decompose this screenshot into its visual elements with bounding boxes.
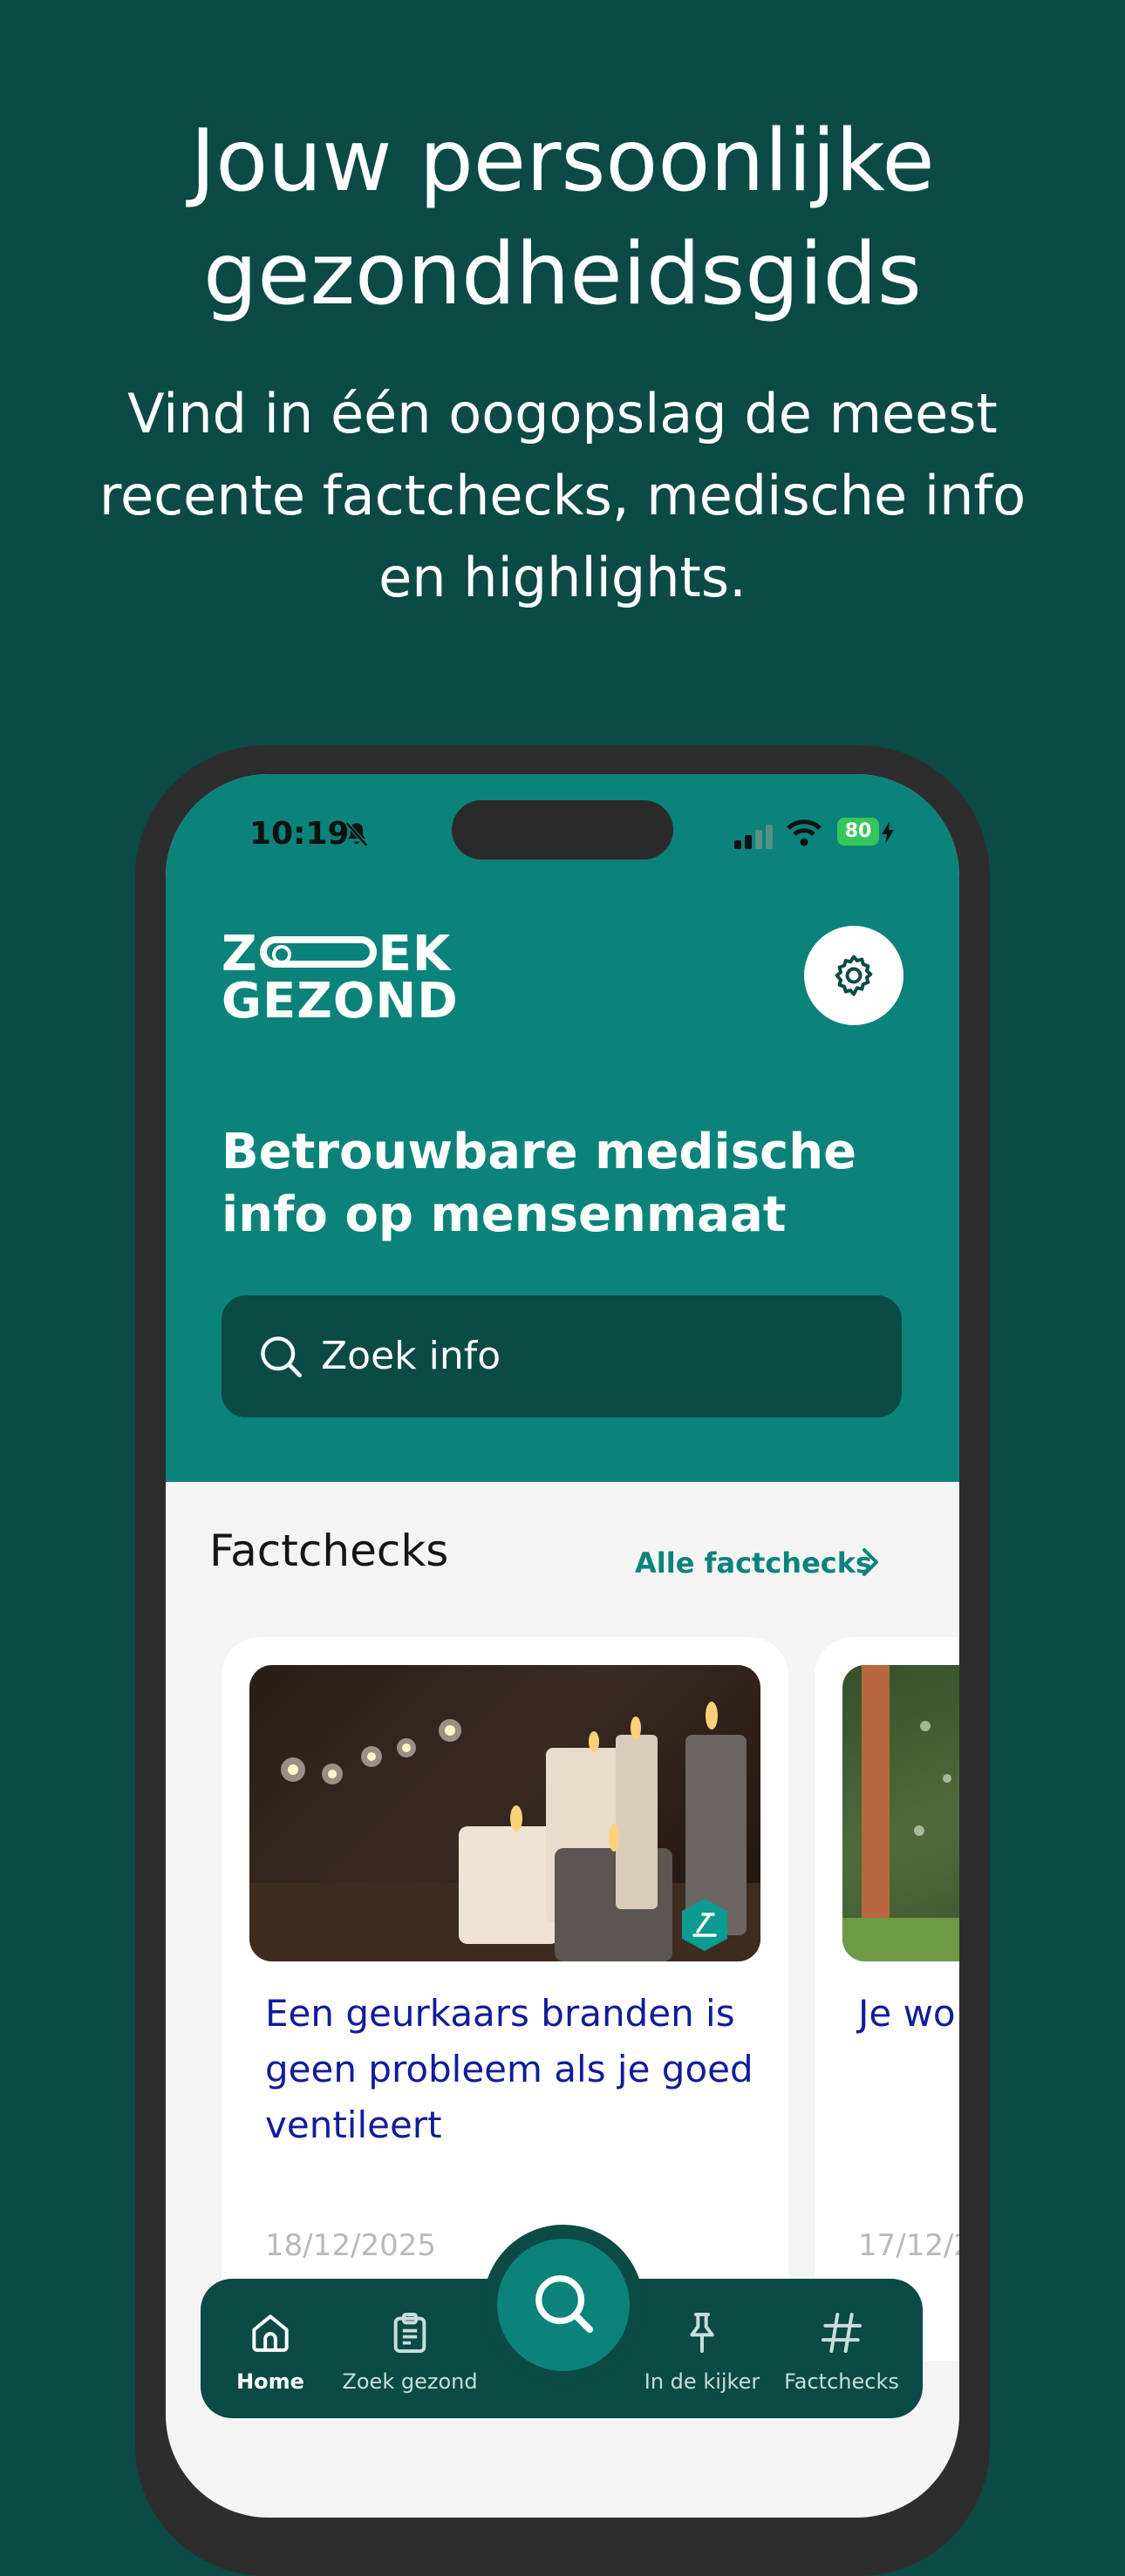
hashtag-icon [822,2313,862,2353]
hero-title-line1: Jouw persoonlijke [190,112,935,211]
center-search-button[interactable] [497,2239,630,2371]
garden-image [842,1665,959,1961]
factcheck-badge-icon [682,1899,727,1951]
factcheck-card-title: Je wo natte [858,1992,959,2035]
hero-title-line2: gezondheidsgids [203,225,922,324]
status-time: 10:19 [249,816,350,852]
factcheck-card[interactable]: Je wo natte 17/12/2 [815,1637,959,2361]
tab-zoek-gezond[interactable]: Zoek gezond [331,2279,488,2418]
settings-button[interactable] [804,926,903,1025]
factcheck-card-date: 17/12/2 [858,2228,959,2263]
status-bar: 10:19 80 [166,774,959,896]
pin-icon [690,2313,714,2353]
factcheck-card-title: Een geurkaars branden is geen probleem a… [265,1992,753,2146]
phone-screen: 10:19 80 Z EK GEZOND Betrouwbare medisch… [166,774,959,2518]
chevron-right-icon[interactable] [860,1545,881,1580]
gear-icon [835,955,873,996]
app-header: 10:19 80 Z EK GEZOND Betrouwbare medisch… [166,774,959,1482]
tab-in-de-kijker[interactable]: In de kijker [637,2279,767,2418]
tab-zoek-gezond-label: Zoek gezond [342,2369,478,2394]
signal-icon [734,825,773,849]
hero-subtitle: Vind in één oogopslag de meest recente f… [99,382,1026,609]
search-icon [535,2275,594,2334]
search-input[interactable]: Zoek info [222,1295,902,1417]
tab-home[interactable]: Home [218,2279,323,2418]
logo-line2: GEZOND [222,973,459,1030]
search-placeholder: Zoek info [321,1334,501,1378]
factcheck-card-date: 18/12/2025 [265,2228,436,2263]
app-tagline: Betrouwbare medische info op mensenmaat [222,1124,857,1243]
all-factchecks-link[interactable]: Alle factchecks [635,1546,872,1580]
dynamic-island [452,800,673,860]
factchecks-section-title: Factchecks [209,1526,449,1576]
hero-title: Jouw persoonlijke gezondheidsgids [0,105,1125,331]
search-icon [261,1336,303,1378]
charging-bolt-icon [882,821,894,844]
logo-search-pill [259,935,377,968]
tab-factchecks[interactable]: Factchecks [776,2279,907,2418]
home-icon [252,2314,289,2352]
battery-indicator: 80 [837,818,879,846]
tab-factchecks-label: Factchecks [784,2369,899,2394]
clipboard-icon [393,2313,426,2353]
garden-illustration [842,1665,959,1961]
tab-home-label: Home [236,2369,304,2394]
tab-in-de-kijker-label: In de kijker [644,2369,760,2394]
wifi-icon [787,819,822,846]
zoek-gezond-logo: Z EK GEZOND [222,930,459,1030]
bell-muted-icon [344,821,369,847]
